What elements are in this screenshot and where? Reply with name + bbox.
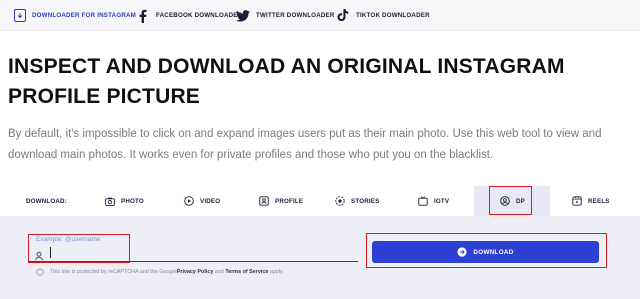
- tab-label: IGTV: [434, 197, 450, 205]
- dp-tab-highlight: [489, 186, 532, 215]
- tab-label: PHOTO: [121, 197, 144, 205]
- page-title: INSPECT AND DOWNLOAD AN ORIGINAL INSTAGR…: [8, 55, 565, 108]
- tab-label: STORIES: [351, 197, 380, 205]
- recaptcha-icon: [36, 268, 44, 276]
- recaptcha-notice: This site is protected by reCAPTCHA and …: [36, 268, 284, 276]
- tab-photo[interactable]: PHOTO: [105, 186, 144, 216]
- tab-igtv[interactable]: IGTV: [418, 186, 449, 216]
- tabs-label: DOWNLOAD:: [26, 197, 67, 205]
- tab-label: REELS: [588, 197, 610, 205]
- top-navigation: DOWNLOADER FOR INSTAGRAM FACEBOOK DOWNLO…: [0, 0, 640, 31]
- tab-label: VIDEO: [200, 197, 221, 205]
- tab-profile[interactable]: PROFILE: [259, 186, 303, 216]
- stories-icon: [335, 196, 345, 206]
- camera-icon: [105, 196, 115, 206]
- nav-item-instagram-downloader[interactable]: DOWNLOADER FOR INSTAGRAM: [14, 0, 136, 31]
- twitter-icon: [236, 9, 250, 23]
- nav-item-label: TIKTOK DOWNLOADER: [356, 12, 430, 19]
- privacy-policy-link[interactable]: Privacy Policy: [177, 269, 214, 275]
- recaptcha-suffix: apply.: [268, 269, 284, 275]
- recaptcha-and: and: [213, 269, 226, 275]
- reels-icon: [572, 196, 582, 206]
- tab-video[interactable]: VIDEO: [184, 186, 220, 216]
- terms-of-service-link[interactable]: Terms of Service: [225, 269, 268, 275]
- arrow-circle-icon: [457, 247, 468, 257]
- nav-item-label: TWITTER DOWNLOADER: [256, 12, 335, 19]
- tv-icon: [418, 196, 428, 206]
- tiktok-icon: [336, 9, 350, 23]
- tab-label: PROFILE: [275, 197, 304, 205]
- download-type-tabs: DOWNLOAD: PHOTO VIDEO PROFILE STORIES IG…: [0, 186, 640, 216]
- tab-reels[interactable]: REELS: [572, 186, 610, 216]
- download-box-icon: [14, 9, 26, 22]
- nav-item-label: DOWNLOADER FOR INSTAGRAM: [32, 12, 137, 19]
- username-input-highlight: [28, 234, 130, 263]
- profile-card-icon: [259, 196, 269, 206]
- nav-item-facebook-downloader[interactable]: FACEBOOK DOWNLOADER: [136, 0, 242, 31]
- nav-item-twitter-downloader[interactable]: TWITTER DOWNLOADER: [236, 0, 335, 31]
- nav-item-tiktok-downloader[interactable]: TIKTOK DOWNLOADER: [336, 0, 430, 31]
- nav-item-label: FACEBOOK DOWNLOADER: [156, 12, 243, 19]
- tab-stories[interactable]: STORIES: [335, 186, 379, 216]
- page-description: By default, it's impossible to click on …: [8, 128, 602, 161]
- play-circle-icon: [184, 196, 194, 206]
- recaptcha-prefix: This site is protected by reCAPTCHA and …: [50, 269, 177, 275]
- facebook-icon: [136, 9, 150, 23]
- download-button[interactable]: DOWNLOAD: [372, 241, 599, 263]
- download-button-label: DOWNLOAD: [473, 248, 514, 256]
